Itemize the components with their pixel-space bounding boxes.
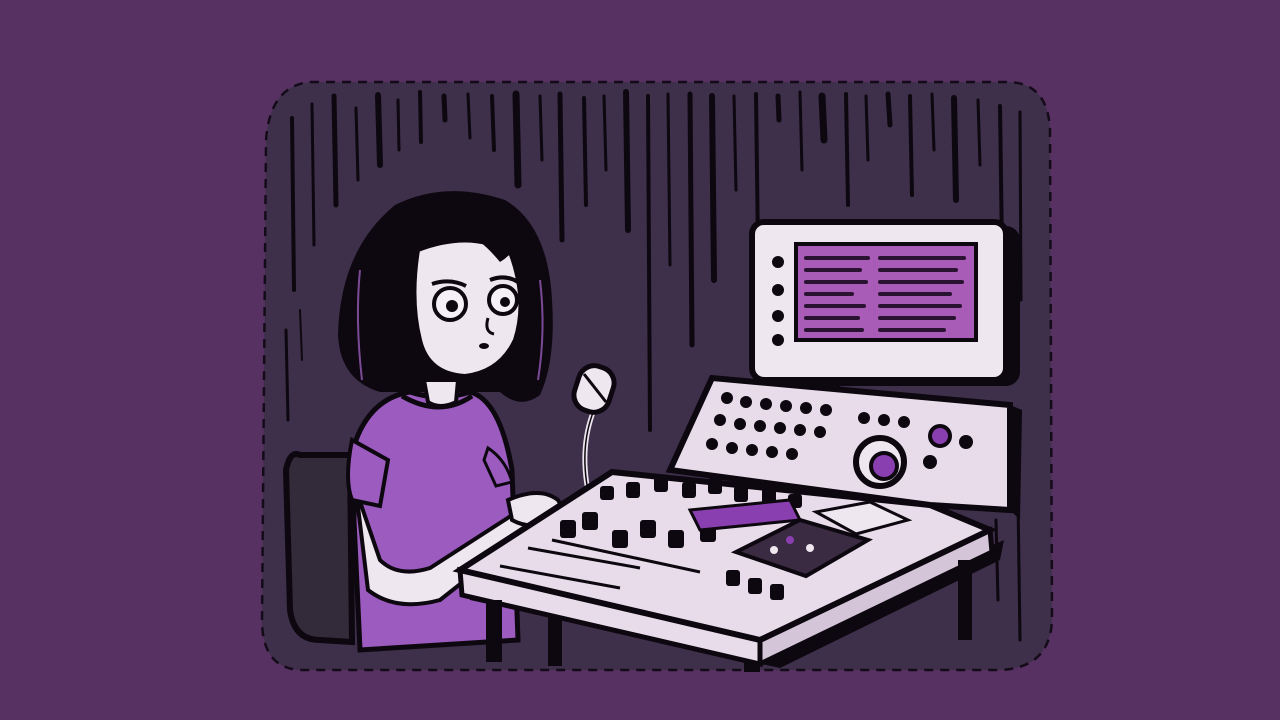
monitor <box>749 219 1020 394</box>
mouth <box>479 343 489 349</box>
desk-leg <box>486 600 502 662</box>
illustration-stage <box>0 0 1280 720</box>
illustration-canvas <box>0 0 1280 720</box>
monitor-screen-lines <box>804 256 966 332</box>
chair <box>282 451 356 646</box>
